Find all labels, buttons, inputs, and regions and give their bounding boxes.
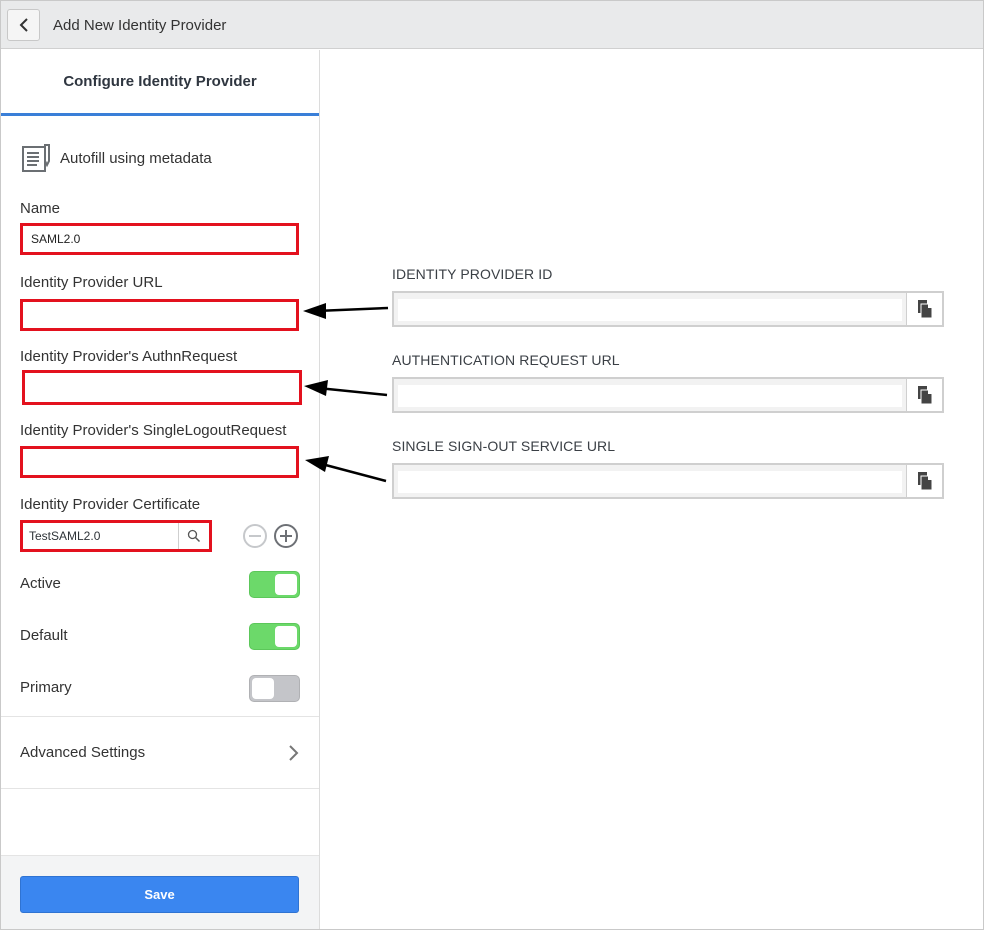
advanced-settings-label: Advanced Settings	[20, 744, 146, 761]
autofill-label: Autofill using metadata	[60, 149, 212, 167]
chevron-right-icon	[289, 744, 299, 761]
toggle-knob	[275, 626, 297, 647]
default-toggle[interactable]	[249, 623, 300, 650]
plus-circle-icon[interactable]	[273, 523, 299, 549]
autofill-metadata-link[interactable]: Autofill using metadata	[21, 143, 212, 173]
single-logout-input[interactable]	[20, 446, 299, 478]
primary-toggle[interactable]	[249, 675, 300, 702]
page-title: Add New Identity Provider	[53, 17, 227, 34]
identity-provider-id-field[interactable]	[392, 291, 944, 327]
default-label: Default	[20, 627, 68, 644]
identity-provider-id-label: IDENTITY PROVIDER ID	[392, 266, 553, 282]
panel-header: Configure Identity Provider	[1, 50, 319, 116]
search-icon	[187, 529, 201, 543]
authentication-request-url-label: AUTHENTICATION REQUEST URL	[392, 352, 620, 368]
toggle-knob	[252, 678, 274, 699]
authentication-request-url-value	[398, 385, 902, 407]
copy-icon	[917, 300, 932, 319]
certificate-search-button[interactable]	[178, 523, 209, 549]
certificate-label: Identity Provider Certificate	[20, 496, 201, 513]
copy-identity-provider-id-button[interactable]	[906, 293, 942, 325]
active-label: Active	[20, 575, 61, 592]
configure-panel: Configure Identity Provider Autofill usi…	[1, 50, 320, 929]
identity-provider-id-value	[398, 299, 902, 321]
single-sign-out-url-field[interactable]	[392, 463, 944, 499]
document-icon	[22, 144, 50, 172]
authn-request-label: Identity Provider's AuthnRequest	[20, 348, 238, 365]
primary-label: Primary	[20, 679, 72, 696]
back-button[interactable]	[7, 9, 40, 41]
panel-footer: Save	[1, 855, 319, 929]
certificate-value: TestSAML2.0	[29, 529, 101, 543]
single-sign-out-url-value	[398, 471, 902, 493]
copy-single-sign-out-url-button[interactable]	[906, 465, 942, 497]
certificate-input[interactable]: TestSAML2.0	[20, 520, 212, 552]
idp-url-label: Identity Provider URL	[20, 274, 163, 291]
name-input[interactable]: SAML2.0	[20, 223, 299, 255]
single-sign-out-url-label: SINGLE SIGN-OUT SERVICE URL	[392, 438, 616, 454]
advanced-settings-row[interactable]: Advanced Settings	[1, 716, 319, 789]
single-logout-label: Identity Provider's SingleLogoutRequest	[20, 422, 287, 439]
name-label: Name	[20, 200, 61, 217]
name-value: SAML2.0	[31, 232, 81, 246]
idp-url-input[interactable]	[20, 299, 299, 331]
active-toggle[interactable]	[249, 571, 300, 598]
chevron-left-icon	[19, 18, 28, 32]
copy-icon	[917, 472, 932, 491]
authn-request-input[interactable]	[22, 370, 302, 405]
copy-authentication-request-url-button[interactable]	[906, 379, 942, 411]
authentication-request-url-field[interactable]	[392, 377, 944, 413]
top-bar: Add New Identity Provider	[1, 1, 983, 49]
copy-icon	[917, 386, 932, 405]
save-button[interactable]: Save	[20, 876, 299, 913]
minus-circle-icon[interactable]	[242, 523, 268, 549]
toggle-knob	[275, 574, 297, 595]
